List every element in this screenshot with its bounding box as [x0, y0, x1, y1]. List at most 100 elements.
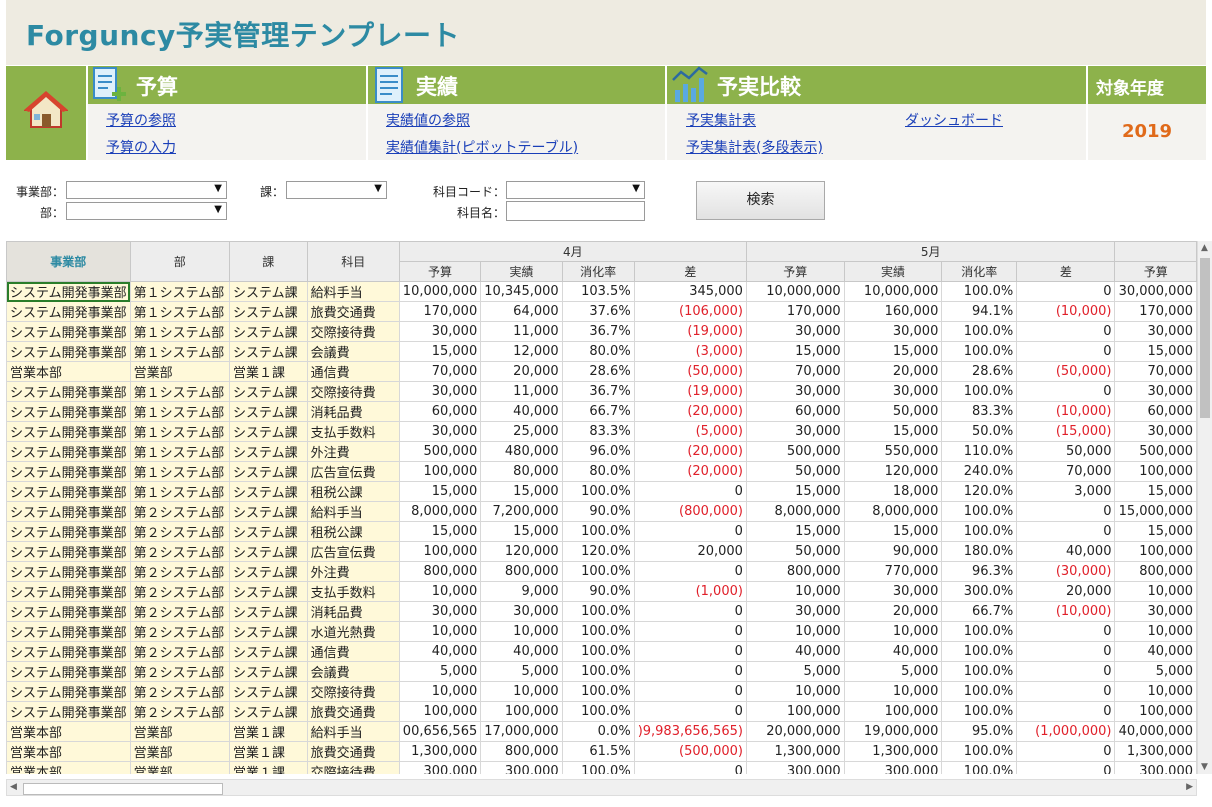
table-cell-number[interactable]: 300,000	[1114, 761, 1197, 774]
table-cell-text[interactable]: システム課	[228, 301, 308, 322]
table-cell-number[interactable]: 95.0%	[941, 721, 1018, 742]
table-cell-text[interactable]: システム開発事業部	[6, 301, 131, 322]
table-cell-text[interactable]: システム開発事業部	[6, 661, 131, 682]
table-cell-text[interactable]: システム開発事業部	[6, 421, 131, 442]
col-header-department[interactable]: 部	[129, 241, 230, 282]
table-cell-text[interactable]: 営業１課	[228, 761, 308, 774]
table-cell-text[interactable]: 第２システム部	[129, 641, 230, 662]
table-cell-text[interactable]: 消耗品費	[306, 601, 400, 622]
table-cell-number[interactable]: 30,000	[398, 421, 482, 442]
table-cell-number[interactable]: 80.0%	[561, 461, 635, 482]
table-cell-number[interactable]: 100.0%	[941, 661, 1018, 682]
table-cell-number[interactable]: 10,000	[843, 681, 943, 702]
table-cell-text[interactable]: 営業部	[129, 361, 230, 382]
table-cell-number[interactable]: 550,000	[843, 441, 943, 462]
table-cell-number[interactable]: 15,000	[745, 481, 845, 502]
home-button[interactable]	[6, 66, 86, 160]
table-cell-number[interactable]: 00,656,565	[398, 721, 482, 742]
table-cell-number[interactable]: 800,000	[480, 741, 563, 762]
table-cell-number[interactable]: 15,000	[843, 341, 943, 362]
budget-view-link[interactable]: 予算の参照	[106, 110, 176, 130]
table-cell-text[interactable]: 第１システム部	[129, 421, 230, 442]
table-cell-number[interactable]: (1,000,000)	[1016, 721, 1116, 742]
table-cell-number[interactable]: 120.0%	[561, 541, 635, 562]
table-cell-number[interactable]: 345,000	[633, 281, 747, 302]
table-cell-number[interactable]: 100,000	[398, 461, 482, 482]
table-cell-text[interactable]: システム課	[228, 681, 308, 702]
table-cell-text[interactable]: 外注費	[306, 561, 400, 582]
table-cell-number[interactable]: 5,000	[480, 661, 563, 682]
table-row[interactable]: システム開発事業部 第２システム部 システム課 支払手数料 10,000 9,000 90.…	[6, 581, 1197, 602]
section-select[interactable]: ▼	[286, 181, 387, 199]
table-cell-number[interactable]: 50,000	[745, 541, 845, 562]
table-cell-number[interactable]: (5,000)	[633, 421, 747, 442]
table-cell-text[interactable]: システム課	[228, 461, 308, 482]
table-row[interactable]: システム開発事業部 第１システム部 システム課 広告宣伝費 100,000 80,000 8…	[6, 461, 1197, 482]
col-header-account[interactable]: 科目	[306, 241, 400, 282]
table-cell-number[interactable]: 10,000,000	[398, 281, 482, 302]
table-cell-number[interactable]: 0	[633, 521, 747, 542]
table-cell-text[interactable]: 第１システム部	[129, 381, 230, 402]
table-cell-number[interactable]: 0	[1016, 321, 1116, 342]
table-cell-number[interactable]: 50,000	[843, 401, 943, 422]
table-cell-number[interactable]: 10,000	[1114, 681, 1197, 702]
table-cell-text[interactable]: 第１システム部	[129, 401, 230, 422]
table-cell-number[interactable]: 0	[1016, 341, 1116, 362]
table-cell-text[interactable]: 通信費	[306, 361, 400, 382]
table-cell-text[interactable]: システム開発事業部	[6, 321, 131, 342]
table-cell-number[interactable]: 61.5%	[561, 741, 635, 762]
table-cell-number[interactable]: 50.0%	[941, 421, 1018, 442]
table-cell-number[interactable]: 70,000	[1016, 461, 1116, 482]
table-cell-number[interactable]: 15,000	[480, 481, 563, 502]
table-row[interactable]: 営業本部 営業部 営業１課 給料手当 00,656,565 17,000,000 0.0%)…	[6, 721, 1197, 742]
table-cell-number[interactable]: 15,000	[1114, 481, 1197, 502]
table-cell-number[interactable]: 100.0%	[941, 621, 1018, 642]
table-cell-text[interactable]: 給料手当	[306, 501, 400, 522]
table-cell-number[interactable]: 100.0%	[941, 321, 1018, 342]
scroll-down-icon[interactable]: ▼	[1201, 762, 1208, 772]
table-cell-number[interactable]: 15,000	[480, 521, 563, 542]
budget-input-link[interactable]: 予算の入力	[106, 137, 176, 157]
table-cell-text[interactable]: システム課	[228, 521, 308, 542]
table-cell-number[interactable]: 103.5%	[561, 281, 635, 302]
table-cell-number[interactable]: 180.0%	[941, 541, 1018, 562]
table-cell-text[interactable]: システム開発事業部	[6, 641, 131, 662]
table-cell-number[interactable]: (19,000)	[633, 381, 747, 402]
table-cell-number[interactable]: 0	[1016, 701, 1116, 722]
table-cell-number[interactable]: 300,000	[745, 761, 845, 774]
table-cell-number[interactable]: 300.0%	[941, 581, 1018, 602]
table-cell-number[interactable]: 30,000	[398, 601, 482, 622]
table-cell-text[interactable]: システム課	[228, 381, 308, 402]
table-cell-number[interactable]: 10,000	[480, 681, 563, 702]
table-cell-number[interactable]: 30,000	[1114, 421, 1197, 442]
table-cell-number[interactable]: (500,000)	[633, 741, 747, 762]
table-cell-number[interactable]: 40,000	[480, 401, 563, 422]
table-row[interactable]: 営業本部 営業部 営業１課 通信費 70,000 20,000 28.6% (50,000) 7…	[6, 361, 1197, 382]
table-cell-number[interactable]: 96.3%	[941, 561, 1018, 582]
table-cell-number[interactable]: 20,000,000	[745, 721, 845, 742]
table-cell-number[interactable]: 0	[1016, 661, 1116, 682]
table-cell-number[interactable]: 800,000	[480, 561, 563, 582]
table-cell-number[interactable]: 30,000	[745, 381, 845, 402]
table-cell-text[interactable]: 会議費	[306, 341, 400, 362]
table-cell-number[interactable]: 800,000	[745, 561, 845, 582]
table-cell-text[interactable]: 営業本部	[6, 761, 131, 774]
table-cell-text[interactable]: 第２システム部	[129, 581, 230, 602]
table-cell-number[interactable]: 100,000	[1114, 461, 1197, 482]
table-cell-text[interactable]: システム課	[228, 581, 308, 602]
table-cell-number[interactable]: 30,000	[1114, 381, 1197, 402]
table-cell-number[interactable]: 30,000	[843, 581, 943, 602]
table-cell-number[interactable]: 30,000	[1114, 601, 1197, 622]
table-cell-number[interactable]: 300,000	[480, 761, 563, 774]
table-cell-number[interactable]: 0	[1016, 281, 1116, 302]
table-cell-number[interactable]: 10,000,000	[745, 281, 845, 302]
table-cell-number[interactable]: )9,983,656,565)	[633, 721, 747, 742]
table-cell-number[interactable]: 100.0%	[561, 701, 635, 722]
table-cell-number[interactable]: 15,000,000	[1114, 501, 1197, 522]
table-cell-number[interactable]: 0.0%	[561, 721, 635, 742]
table-cell-number[interactable]: 20,000	[1016, 581, 1116, 602]
table-cell-number[interactable]: 40,000	[1114, 641, 1197, 662]
table-cell-number[interactable]: 120.0%	[941, 481, 1018, 502]
table-cell-number[interactable]: 15,000	[1114, 521, 1197, 542]
table-cell-text[interactable]: 通信費	[306, 641, 400, 662]
